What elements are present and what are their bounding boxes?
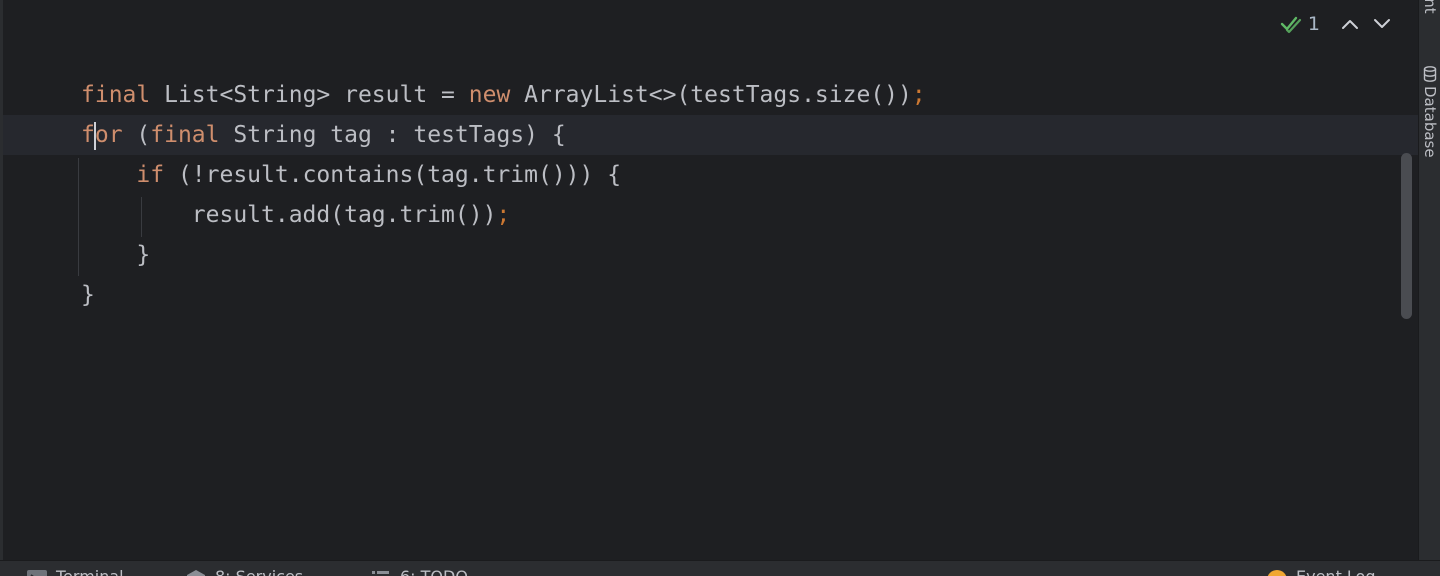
event-log-label: Event Log <box>1296 567 1376 576</box>
ide-window: 1 final List<String> result = new ArrayL… <box>0 0 1440 576</box>
event-log-tool-button[interactable]: Event Log <box>1266 567 1376 576</box>
todo-label: 6: TODO <box>400 567 468 576</box>
services-icon <box>185 569 207 576</box>
code-token: String tag : testTags) { <box>219 122 566 148</box>
todo-list-icon <box>370 569 392 576</box>
code-area[interactable]: final List<String> result = new ArrayLis… <box>3 75 1418 315</box>
inspection-widget: 1 <box>1278 10 1398 38</box>
right-tool-panel: Ant Database <box>1418 0 1440 560</box>
terminal-icon <box>26 569 48 576</box>
indent-guide <box>141 197 142 237</box>
code-token: (!result.contains(tag.trim())) { <box>164 162 622 188</box>
event-log-icon <box>1266 569 1288 576</box>
services-label: 8: Services <box>215 567 303 576</box>
semicolon-token: ; <box>496 202 511 228</box>
code-token: } <box>81 242 151 268</box>
code-line: result.add(tag.trim()); <box>3 195 1418 235</box>
keyword-token: f <box>81 122 95 148</box>
tool-tab-label: Ant <box>1421 0 1439 14</box>
vertical-scrollbar[interactable] <box>1401 153 1412 319</box>
code-line: if (!result.contains(tag.trim())) { <box>3 155 1418 195</box>
code-editor[interactable]: 1 final List<String> result = new ArrayL… <box>3 0 1418 560</box>
terminal-tool-button[interactable]: Terminal <box>26 567 124 576</box>
inspection-count: 1 <box>1307 13 1320 35</box>
database-icon <box>1421 66 1439 82</box>
tool-tab-label: Database <box>1421 86 1439 158</box>
indent-guide <box>78 158 79 276</box>
semicolon-token: ; <box>911 82 926 108</box>
keyword-token: final <box>150 122 220 148</box>
keyword-token: new <box>468 82 511 108</box>
services-tool-button[interactable]: 8: Services <box>185 567 303 576</box>
tool-tab-database[interactable]: Database <box>1421 66 1439 158</box>
chevron-down-icon[interactable] <box>1366 10 1398 38</box>
keyword-token: or <box>94 122 123 148</box>
code-line: } <box>3 275 1418 315</box>
double-check-icon[interactable] <box>1278 10 1306 38</box>
chevron-up-icon[interactable] <box>1334 10 1366 38</box>
tool-tab-ant[interactable]: Ant <box>1421 0 1439 14</box>
code-token: result.add(tag.trim()) <box>81 202 497 228</box>
indent-token <box>81 162 136 188</box>
todo-tool-button[interactable]: 6: TODO <box>370 567 468 576</box>
code-line: final List<String> result = new ArrayLis… <box>3 75 1418 115</box>
status-bar: Terminal 8: Services 6: TODO Event Log <box>0 560 1440 576</box>
keyword-token: if <box>136 162 165 188</box>
code-line: } <box>3 235 1418 275</box>
code-token: ( <box>122 122 151 148</box>
code-token: ArrayList<>(testTags.size()) <box>510 82 912 108</box>
code-line-current: for (final String tag : testTags) { <box>3 115 1418 155</box>
code-token: } <box>81 282 95 308</box>
terminal-label: Terminal <box>56 567 124 576</box>
code-token: List<String> result = <box>150 82 469 108</box>
keyword-token: final <box>81 82 151 108</box>
